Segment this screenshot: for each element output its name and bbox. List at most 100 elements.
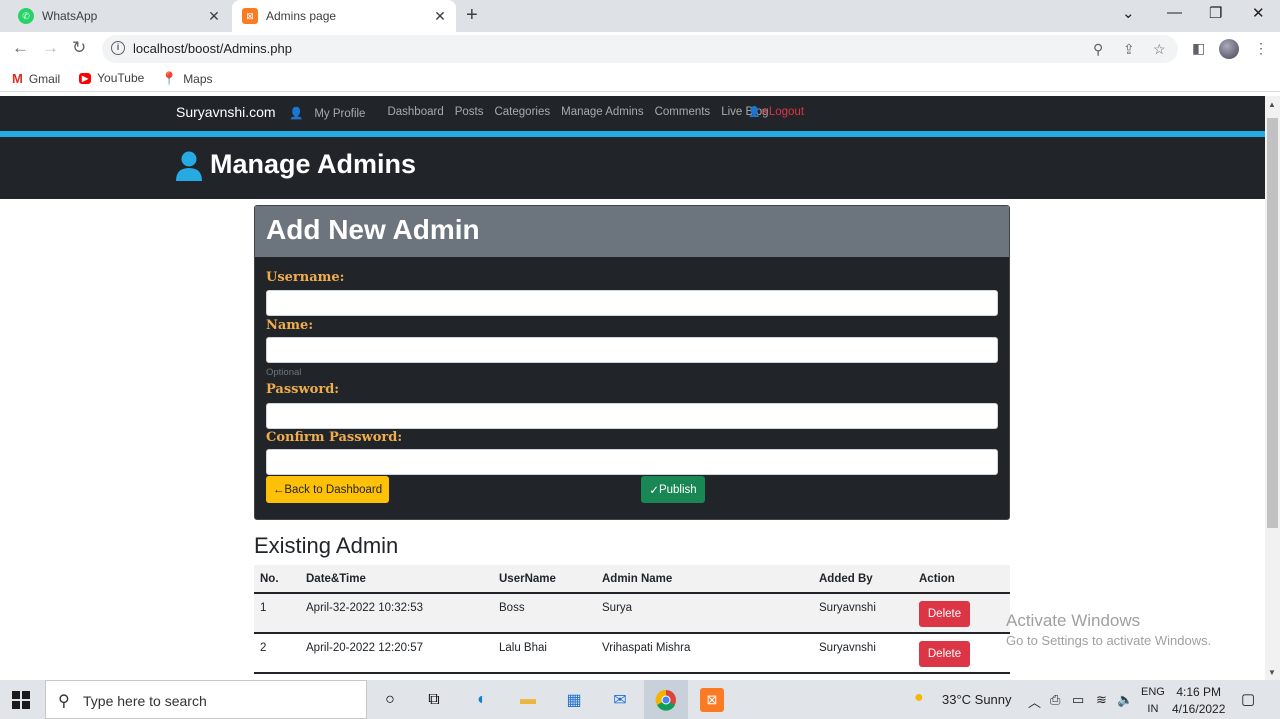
- cell-added-by: Suryavnshi: [819, 602, 876, 614]
- menu-kebab-icon[interactable]: ⋮: [1254, 40, 1268, 57]
- side-panel-icon[interactable]: ◧: [1192, 40, 1205, 57]
- bookmark-star-icon[interactable]: ☆: [1153, 41, 1166, 58]
- tab-whatsapp[interactable]: ✆ WhatsApp ✕: [8, 0, 230, 32]
- bookmark-maps[interactable]: 📍 Maps: [161, 71, 213, 87]
- nav-label: My Profile: [314, 108, 366, 120]
- clock-date: 4/16/2022: [1172, 702, 1226, 716]
- username-label: Username:: [266, 270, 345, 285]
- address-bar[interactable]: i localhost/boost/Admins.php ⚲ ⇪ ☆: [102, 35, 1178, 63]
- minimize-icon[interactable]: —: [1167, 4, 1182, 21]
- nav-my-profile[interactable]: 👤 My Profile: [289, 106, 376, 120]
- wifi-icon[interactable]: ≋: [1096, 692, 1107, 708]
- forward-icon[interactable]: →: [42, 38, 59, 58]
- cortana-icon[interactable]: ○: [378, 688, 402, 712]
- delete-button[interactable]: Delete: [919, 601, 970, 627]
- taskbar-clock[interactable]: 4:16 PM 4/16/2022: [1172, 684, 1225, 718]
- lang-code: ENG: [1141, 686, 1165, 698]
- xampp-icon[interactable]: ⊠: [700, 688, 724, 712]
- back-to-dashboard-button[interactable]: ← Back to Dashboard: [266, 476, 389, 503]
- task-view-icon[interactable]: ⧉: [422, 688, 446, 712]
- file-explorer-icon[interactable]: ▬: [516, 688, 540, 712]
- username-input[interactable]: [266, 290, 998, 316]
- col-datetime: Date&Time: [306, 573, 366, 585]
- name-input[interactable]: [266, 337, 998, 363]
- logout-link[interactable]: 👤✕Logout: [748, 106, 804, 118]
- battery-icon[interactable]: ▭: [1072, 692, 1084, 708]
- cell-no: 2: [260, 642, 267, 654]
- volume-icon[interactable]: 🔈: [1117, 692, 1133, 708]
- back-icon[interactable]: ←: [12, 38, 29, 58]
- tab-admins-page[interactable]: ⊠ Admins page ✕: [232, 0, 456, 32]
- notification-icon[interactable]: ▢: [1241, 690, 1255, 708]
- windows-start-icon[interactable]: [12, 691, 30, 709]
- whatsapp-icon: ✆: [18, 8, 34, 24]
- nav-dashboard[interactable]: Dashboard: [387, 106, 443, 120]
- chevron-up-icon[interactable]: ︿: [1028, 692, 1041, 711]
- profile-avatar[interactable]: [1219, 39, 1239, 59]
- reload-icon[interactable]: ↻: [72, 38, 86, 58]
- password-input[interactable]: [266, 403, 998, 429]
- watermark-subtitle: Go to Settings to activate Windows.: [1006, 633, 1212, 648]
- site-navbar: Suryavnshi.com 👤 My Profile Dashboard Pos…: [0, 96, 1265, 131]
- cell-added-by: Suryavnshi: [819, 642, 876, 654]
- nav-links: 👤 My Profile Dashboard Posts Categories M…: [289, 106, 780, 120]
- existing-admin-heading: Existing Admin: [254, 533, 399, 558]
- store-icon[interactable]: ▦: [562, 688, 586, 712]
- cell-admin-name: Vrihaspati Mishra: [602, 642, 691, 654]
- windows-taskbar: ⚲ Type here to search ○ ⧉ ◐ ▬ ▦ ✉ ⊠ ● 33…: [0, 680, 1280, 719]
- chrome-icon: [655, 689, 676, 711]
- confirm-password-label: Confirm Password:: [266, 430, 403, 445]
- bookmark-youtube[interactable]: ▶ YouTube: [79, 71, 144, 85]
- share-icon[interactable]: ⇪: [1123, 41, 1135, 58]
- zoom-icon[interactable]: ⚲: [1093, 41, 1103, 58]
- col-action: Action: [919, 573, 955, 585]
- restore-icon[interactable]: ❐: [1209, 4, 1222, 22]
- nav-comments[interactable]: Comments: [655, 106, 711, 120]
- nav-categories[interactable]: Categories: [494, 106, 550, 120]
- scrollbar-thumb[interactable]: [1267, 118, 1278, 528]
- mail-icon[interactable]: ✉: [608, 688, 632, 712]
- page-scrollbar[interactable]: ▲ ▼: [1265, 96, 1280, 680]
- site-info-icon[interactable]: i: [111, 41, 125, 55]
- cell-no: 1: [260, 602, 267, 614]
- bookmark-label: YouTube: [97, 71, 145, 85]
- search-icon: ⚲: [58, 693, 70, 710]
- confirm-password-input[interactable]: [266, 449, 998, 475]
- chrome-taskbar-button[interactable]: [644, 680, 688, 719]
- close-tab-icon[interactable]: ✕: [430, 8, 450, 25]
- col-added-by: Added By: [819, 573, 873, 585]
- check-icon: ✓: [649, 484, 659, 497]
- weather-text[interactable]: 33°C Sunny: [942, 692, 1012, 707]
- bookmark-gmail[interactable]: M Gmail: [12, 71, 60, 86]
- weather-sun-icon: ●: [914, 689, 924, 706]
- watermark-title: Activate Windows: [1006, 611, 1141, 630]
- new-tab-icon[interactable]: +: [466, 4, 478, 27]
- card-header: Add New Admin: [255, 206, 1009, 257]
- publish-button[interactable]: ✓ Publish: [641, 476, 705, 503]
- cell-username: Boss: [499, 602, 525, 614]
- meet-now-icon[interactable]: ⎙: [1050, 692, 1060, 708]
- scroll-up-icon[interactable]: ▲: [1268, 100, 1276, 109]
- bookmark-label: Maps: [183, 72, 213, 86]
- language-indicator[interactable]: ENG IN: [1141, 684, 1165, 718]
- close-window-icon[interactable]: ✕: [1252, 4, 1265, 22]
- delete-button[interactable]: Delete: [919, 641, 970, 667]
- button-label: Back to Dashboard: [284, 483, 383, 496]
- tab-title: Admins page: [266, 9, 337, 23]
- lang-region: IN: [1147, 703, 1159, 715]
- arrow-left-icon: ←: [272, 483, 285, 496]
- card-title: Add New Admin: [266, 214, 480, 245]
- edge-icon[interactable]: ◐: [470, 688, 494, 712]
- taskbar-search-box[interactable]: ⚲ Type here to search: [45, 680, 367, 719]
- cell-username: Lalu Bhai: [499, 642, 547, 654]
- tab-search-icon[interactable]: ⌄: [1122, 4, 1135, 22]
- close-tab-icon[interactable]: ✕: [204, 8, 224, 25]
- xampp-icon: ⊠: [242, 8, 258, 24]
- site-brand[interactable]: Suryavnshi.com: [176, 104, 276, 120]
- scroll-down-icon[interactable]: ▼: [1268, 668, 1276, 677]
- cell-datetime: April-20-2022 12:20:57: [306, 642, 423, 654]
- table-header: No. Date&Time UserName Admin Name Added …: [254, 565, 1010, 594]
- table-row: 2 April-20-2022 12:20:57 Lalu Bhai Vriha…: [254, 634, 1010, 674]
- nav-posts[interactable]: Posts: [455, 106, 484, 120]
- nav-manage-admins[interactable]: Manage Admins: [561, 106, 643, 120]
